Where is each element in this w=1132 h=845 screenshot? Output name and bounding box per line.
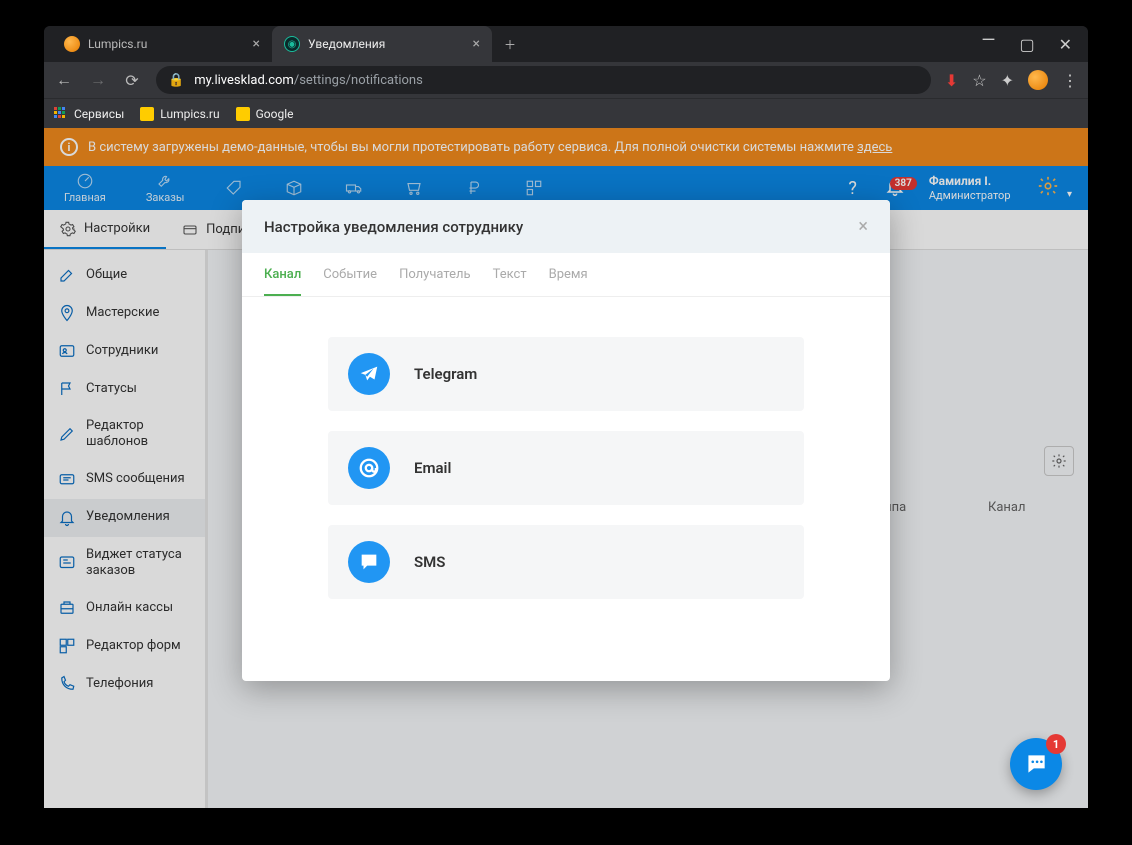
- sms-icon: [348, 541, 390, 583]
- browser-tab[interactable]: Lumpics.ru ×: [52, 26, 272, 62]
- bookmark-item[interactable]: Google: [236, 107, 294, 121]
- tab-label: Lumpics.ru: [88, 37, 147, 51]
- url-path: /settings/notifications: [294, 73, 423, 88]
- chat-fab[interactable]: 1: [1010, 738, 1062, 790]
- reload-icon[interactable]: ⟳: [122, 70, 142, 90]
- modal-tab-time[interactable]: Время: [549, 253, 588, 296]
- extensions-icon[interactable]: ✦: [1001, 71, 1014, 90]
- modal-body: Telegram Email SMS: [242, 297, 890, 681]
- minimize-icon[interactable]: —: [981, 30, 995, 51]
- bookmarks-bar: Сервисы Lumpics.ru Google: [44, 98, 1088, 128]
- channel-label: Telegram: [414, 365, 477, 383]
- menu-icon[interactable]: ⋮: [1062, 71, 1078, 90]
- chat-badge: 1: [1046, 734, 1066, 754]
- maximize-icon[interactable]: ▢: [1019, 35, 1034, 54]
- channel-option-email[interactable]: Email: [328, 431, 804, 505]
- telegram-icon: [348, 353, 390, 395]
- modal-tabs: Канал Событие Получатель Текст Время: [242, 253, 890, 297]
- favicon-icon: ◉: [284, 36, 300, 52]
- bookmark-label: Lumpics.ru: [160, 107, 219, 121]
- notification-modal: Настройка уведомления сотруднику × Канал…: [242, 200, 890, 681]
- modal-overlay[interactable]: Настройка уведомления сотруднику × Канал…: [44, 128, 1088, 808]
- modal-tab-channel[interactable]: Канал: [264, 253, 301, 296]
- browser-tab-active[interactable]: ◉ Уведомления ×: [272, 26, 492, 62]
- url-input[interactable]: 🔒 my.livesklad.com/settings/notification…: [156, 66, 931, 94]
- window-controls: — ▢ ✕: [965, 26, 1088, 62]
- modal-tab-event[interactable]: Событие: [323, 253, 377, 296]
- page-content: i В систему загружены демо-данные, чтобы…: [44, 128, 1088, 808]
- apps-shortcut[interactable]: Сервисы: [54, 107, 124, 121]
- tab-strip: Lumpics.ru × ◉ Уведомления × ＋: [44, 26, 965, 62]
- chat-icon: [1023, 751, 1049, 777]
- bookmark-label: Google: [256, 107, 294, 121]
- titlebar: Lumpics.ru × ◉ Уведомления × ＋ — ▢ ✕: [44, 26, 1088, 62]
- channel-option-sms[interactable]: SMS: [328, 525, 804, 599]
- bookmark-star-icon[interactable]: ☆: [972, 71, 986, 90]
- close-icon[interactable]: ×: [858, 216, 868, 237]
- email-icon: [348, 447, 390, 489]
- modal-header: Настройка уведомления сотруднику ×: [242, 200, 890, 253]
- close-icon[interactable]: ×: [473, 36, 480, 52]
- profile-avatar-icon[interactable]: [1028, 70, 1048, 90]
- close-icon[interactable]: ✕: [1059, 35, 1072, 54]
- lock-icon: 🔒: [168, 73, 184, 88]
- extension-icon[interactable]: ⬇: [945, 71, 958, 90]
- address-bar: ← → ⟳ 🔒 my.livesklad.com/settings/notifi…: [44, 62, 1088, 98]
- new-tab-button[interactable]: ＋: [492, 26, 532, 62]
- apps-icon: [54, 107, 68, 121]
- channel-label: Email: [414, 459, 451, 477]
- back-icon[interactable]: ←: [54, 70, 74, 90]
- bookmark-favicon-icon: [236, 107, 250, 121]
- forward-icon[interactable]: →: [88, 70, 108, 90]
- bookmark-favicon-icon: [140, 107, 154, 121]
- favicon-icon: [64, 36, 80, 52]
- bookmark-item[interactable]: Lumpics.ru: [140, 107, 219, 121]
- channel-option-telegram[interactable]: Telegram: [328, 337, 804, 411]
- tab-label: Уведомления: [308, 37, 385, 51]
- url-domain: my.livesklad.com: [194, 73, 294, 88]
- channel-label: SMS: [414, 553, 445, 571]
- modal-tab-recipient[interactable]: Получатель: [399, 253, 471, 296]
- modal-tab-text[interactable]: Текст: [493, 253, 527, 296]
- toolbar-extensions: ⬇ ☆ ✦ ⋮: [945, 70, 1078, 90]
- browser-window: Lumpics.ru × ◉ Уведомления × ＋ — ▢ ✕ ← →…: [44, 26, 1088, 808]
- modal-title: Настройка уведомления сотруднику: [264, 218, 858, 236]
- bookmark-label: Сервисы: [74, 107, 124, 121]
- close-icon[interactable]: ×: [253, 36, 260, 52]
